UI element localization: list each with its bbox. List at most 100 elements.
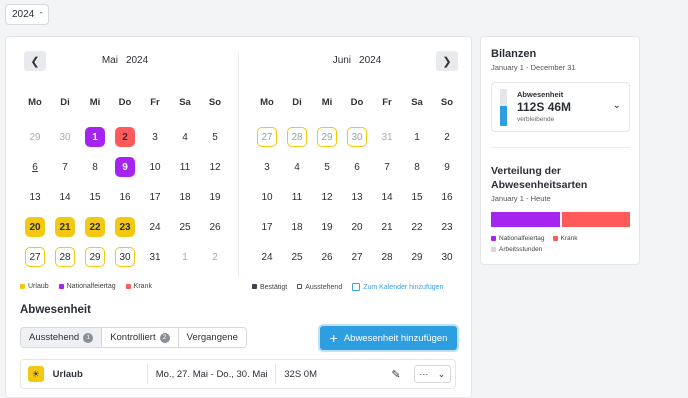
day-cell[interactable]: 16 — [110, 182, 140, 212]
day-cell[interactable]: 27 — [20, 242, 50, 272]
tab-ausstehend[interactable]: Ausstehend 1 — [21, 328, 103, 347]
day-cell[interactable]: 10 — [252, 182, 282, 212]
day-cell[interactable]: 4 — [282, 152, 312, 182]
day-cell[interactable]: 1 — [402, 122, 432, 152]
day-cell[interactable]: 16 — [432, 182, 462, 212]
day-cell[interactable]: 15 — [402, 182, 432, 212]
day-number: 31 — [149, 251, 161, 263]
balance-value: 112S 46M — [517, 100, 572, 114]
day-cell[interactable]: 18 — [282, 212, 312, 242]
day-cell[interactable]: 28 — [50, 242, 80, 272]
day-cell[interactable]: 29 — [312, 122, 342, 152]
absence-row[interactable]: ☀ Urlaub Mo., 27. Mai - Do., 30. Mai 32S… — [20, 359, 456, 389]
day-cell[interactable]: 11 — [170, 152, 200, 182]
day-cell[interactable]: 21 — [50, 212, 80, 242]
absence-tabs: Ausstehend 1 Kontrolliert 2 Vergangene — [20, 327, 247, 348]
day-cell[interactable]: 26 — [312, 242, 342, 272]
sun-icon: ☀ — [28, 366, 44, 382]
day-cell[interactable]: 31 — [372, 122, 402, 152]
day-cell[interactable]: 6 — [342, 152, 372, 182]
day-cell[interactable]: 31 — [140, 242, 170, 272]
day-cell[interactable]: 9 — [432, 152, 462, 182]
day-cell[interactable]: 14 — [372, 182, 402, 212]
day-cell[interactable]: 5 — [200, 122, 230, 152]
day-cell[interactable]: 29 — [402, 242, 432, 272]
day-cell[interactable]: 30 — [110, 242, 140, 272]
distribution-legend: Nationalfeiertag Krank Arbeitsstunden — [491, 235, 631, 253]
day-cell[interactable]: 9 — [110, 152, 140, 182]
year-select[interactable]: 2024 ⌃ — [5, 4, 49, 25]
add-absence-button[interactable]: + Abwesenheit hinzufügen — [320, 326, 457, 350]
day-cell[interactable]: 17 — [252, 212, 282, 242]
weekday-label: Mo — [28, 97, 42, 108]
day-cell[interactable]: 20 — [20, 212, 50, 242]
day-cell[interactable]: 19 — [200, 182, 230, 212]
day-number: 16 — [119, 191, 131, 203]
day-cell[interactable]: 25 — [282, 242, 312, 272]
day-cell[interactable]: 18 — [170, 182, 200, 212]
day-number: 10 — [261, 191, 273, 203]
day-cell[interactable]: 25 — [170, 212, 200, 242]
day-cell[interactable]: 8 — [402, 152, 432, 182]
day-cell[interactable]: 24 — [252, 242, 282, 272]
day-cell[interactable]: 14 — [50, 182, 80, 212]
day-cell[interactable]: 29 — [80, 242, 110, 272]
day-number: 25 — [179, 221, 191, 233]
day-cell[interactable]: 3 — [140, 122, 170, 152]
day-cell[interactable]: 27 — [252, 122, 282, 152]
day-cell[interactable]: 13 — [20, 182, 50, 212]
day-cell[interactable]: 12 — [200, 152, 230, 182]
day-number: 2 — [115, 127, 135, 147]
day-cell[interactable]: 21 — [372, 212, 402, 242]
day-cell[interactable]: 7 — [372, 152, 402, 182]
day-cell[interactable]: 30 — [50, 122, 80, 152]
day-cell[interactable]: 6 — [20, 152, 50, 182]
day-cell[interactable]: 22 — [402, 212, 432, 242]
more-actions-button[interactable]: ··· ⌄ — [413, 365, 452, 383]
day-cell[interactable]: 8 — [80, 152, 110, 182]
day-cell[interactable]: 29 — [20, 122, 50, 152]
day-cell[interactable]: 23 — [432, 212, 462, 242]
day-cell[interactable]: 20 — [342, 212, 372, 242]
day-number: 4 — [294, 161, 300, 173]
day-cell[interactable]: 30 — [342, 122, 372, 152]
calendar-icon — [352, 283, 361, 291]
day-cell[interactable]: 13 — [342, 182, 372, 212]
day-cell[interactable]: 17 — [140, 182, 170, 212]
day-cell[interactable]: 30 — [432, 242, 462, 272]
day-number: 24 — [149, 221, 161, 233]
day-cell[interactable]: 2 — [110, 122, 140, 152]
day-cell[interactable]: 19 — [312, 212, 342, 242]
day-cell[interactable]: 4 — [170, 122, 200, 152]
weekday-row: Mo Di Mi Do Fr Sa So — [20, 97, 230, 108]
chevron-down-icon[interactable]: ⌄ — [613, 100, 621, 111]
day-cell[interactable]: 3 — [252, 152, 282, 182]
day-cell[interactable]: 7 — [50, 152, 80, 182]
day-cell[interactable]: 2 — [200, 242, 230, 272]
day-cell[interactable]: 24 — [140, 212, 170, 242]
day-cell[interactable]: 26 — [200, 212, 230, 242]
day-cell[interactable]: 23 — [110, 212, 140, 242]
day-number: 23 — [441, 221, 453, 233]
add-to-calendar-link[interactable]: Zum Kalender hinzufügen — [352, 283, 443, 291]
day-cell[interactable]: 15 — [80, 182, 110, 212]
day-cell[interactable]: 1 — [170, 242, 200, 272]
tab-vergangene[interactable]: Vergangene — [178, 328, 246, 347]
balance-box[interactable]: Abwesenheit 112S 46M verbleibende ⌄ — [491, 82, 630, 132]
day-cell[interactable]: 12 — [312, 182, 342, 212]
chevron-down-icon: ⌃ — [38, 11, 45, 19]
day-cell[interactable]: 11 — [282, 182, 312, 212]
day-number: 21 — [381, 221, 393, 233]
day-cell[interactable]: 1 — [80, 122, 110, 152]
tab-kontrolliert[interactable]: Kontrolliert 2 — [102, 328, 179, 347]
day-number: 30 — [441, 251, 453, 263]
day-cell[interactable]: 10 — [140, 152, 170, 182]
day-cell[interactable]: 2 — [432, 122, 462, 152]
day-cell[interactable]: 27 — [342, 242, 372, 272]
day-cell[interactable]: 5 — [312, 152, 342, 182]
pencil-icon[interactable]: ✎ — [384, 368, 408, 381]
day-cell[interactable]: 28 — [282, 122, 312, 152]
day-cell[interactable]: 28 — [372, 242, 402, 272]
day-cell[interactable]: 22 — [80, 212, 110, 242]
month-header: Juni 2024 — [252, 55, 462, 66]
